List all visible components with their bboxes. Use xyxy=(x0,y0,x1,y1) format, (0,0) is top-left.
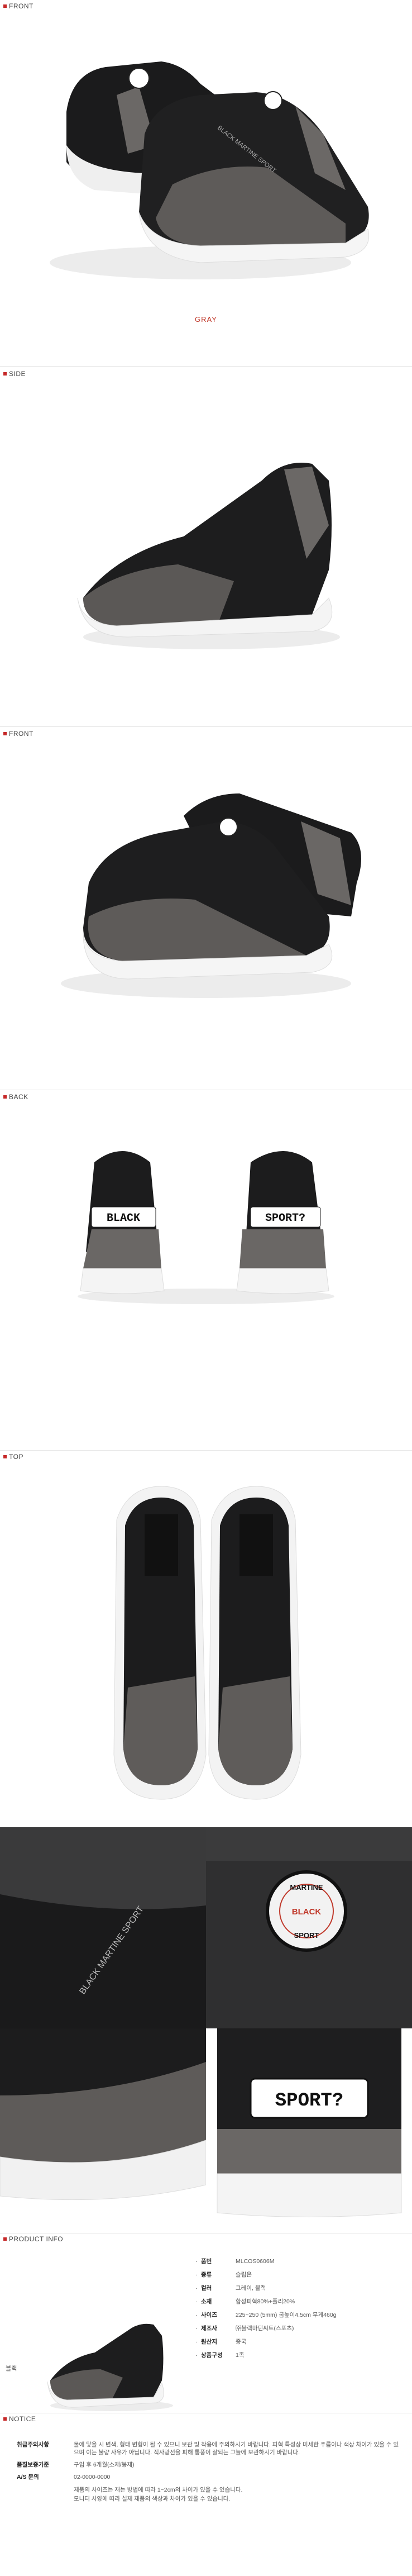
section-title: TOP xyxy=(9,1453,23,1461)
thumbnail-color-label: 블랙 xyxy=(6,2365,17,2372)
section-marker-icon xyxy=(3,2417,7,2421)
product-thumbnail xyxy=(45,2319,179,2417)
section-label-product-info: PRODUCT INFO xyxy=(3,2235,63,2243)
detail-photo-side-print: BLACK MARTINE SPORT xyxy=(0,1827,206,2028)
section-marker-icon xyxy=(3,2237,7,2241)
section-label-front: FRONT xyxy=(3,2,33,10)
section-label-back: BACK xyxy=(3,1093,28,1101)
product-info-row: · 종류 슬립온 xyxy=(195,2271,252,2278)
product-info-row: · 상품구성 1족 xyxy=(195,2352,245,2359)
shoe-image-top xyxy=(0,1475,412,1810)
section-title: FRONT xyxy=(9,730,33,738)
section-label-top: TOP xyxy=(3,1453,23,1461)
heel-logo-text: SPORT? xyxy=(275,2090,343,2112)
section-title: FRONT xyxy=(9,2,33,10)
section-marker-icon xyxy=(3,4,7,8)
section-marker-icon xyxy=(3,1095,7,1099)
back-logo-right: SPORT? xyxy=(265,1212,305,1225)
badge-top-text: MARTINE xyxy=(290,1883,323,1891)
notice-block: 취급주의사항 물에 닿을 시 변색, 형태 변형이 될 수 있으니 보관 및 착용… xyxy=(17,2441,402,2503)
product-info-row: · 품번 MLCOS0606M xyxy=(195,2258,275,2265)
shoe-image-side xyxy=(0,414,412,659)
back-logo-left: BLACK xyxy=(107,1212,140,1225)
shoe-image-back: BLACK SPORT? xyxy=(0,1140,412,1308)
notice-tail-line: 제품의 사이즈는 재는 방법에 따라 1~2cm의 차이가 있을 수 있습니다. xyxy=(74,2487,243,2493)
shoe-image-front-black xyxy=(0,771,412,1006)
badge-bottom-text: SPORT xyxy=(294,1931,319,1940)
section-label-side: SIDE xyxy=(3,370,26,378)
section-marker-icon xyxy=(3,1455,7,1458)
notice-row: 품질보증기준 구입 후 6개월(소재/봉제) xyxy=(17,2461,135,2468)
product-info-row: · 컬러 그레이, 블랙 xyxy=(195,2285,266,2292)
section-title: SIDE xyxy=(9,370,26,378)
notice-row: 취급주의사항 물에 닿을 시 변색, 형태 변형이 될 수 있으니 보관 및 착용… xyxy=(17,2441,399,2456)
notice-tail-line: 모니터 사양에 따라 실제 제품의 색상과 차이가 있을 수 있습니다. xyxy=(74,2496,231,2502)
detail-photo-badge: MARTINE BLACK SPORT xyxy=(206,1827,412,2028)
section-label-front-2: FRONT xyxy=(3,730,33,738)
product-info-list: · 품번 MLCOS0606M · 종류 슬립온 · 컬러 그레이, 블랙 · 소재 합성피혁8… xyxy=(195,2257,396,2365)
detail-photo-heel: SPORT? xyxy=(206,2028,412,2230)
section-marker-icon xyxy=(3,372,7,376)
detail-photo-toe xyxy=(0,2028,206,2230)
section-label-notice: NOTICE xyxy=(3,2415,36,2423)
section-title: BACK xyxy=(9,1093,28,1101)
shoe-image-front-gray: BLACK MARTINE SPORT xyxy=(0,22,412,291)
section-title: PRODUCT INFO xyxy=(9,2235,64,2243)
product-info-row: · 소재 합성피혁80%+폴리20% xyxy=(195,2298,295,2305)
badge-mid-text: BLACK xyxy=(292,1907,322,1917)
section-marker-icon xyxy=(3,732,7,735)
section-title: NOTICE xyxy=(9,2415,36,2423)
product-info-row: · 원산지 중국 xyxy=(195,2339,247,2345)
color-caption: GRAY xyxy=(195,315,217,324)
product-info-row: · 제조사 ㈜블랙마틴씨트(스포츠) xyxy=(195,2325,294,2332)
notice-row: A/S 문의 02-0000-0000 xyxy=(17,2474,111,2480)
product-info-row: · 사이즈 225~250 (5mm) 굽높이4.5cm 무게460g xyxy=(195,2312,337,2318)
detail-photo-grid: BLACK MARTINE SPORT MARTINE BLACK SPORT … xyxy=(0,1827,412,2230)
